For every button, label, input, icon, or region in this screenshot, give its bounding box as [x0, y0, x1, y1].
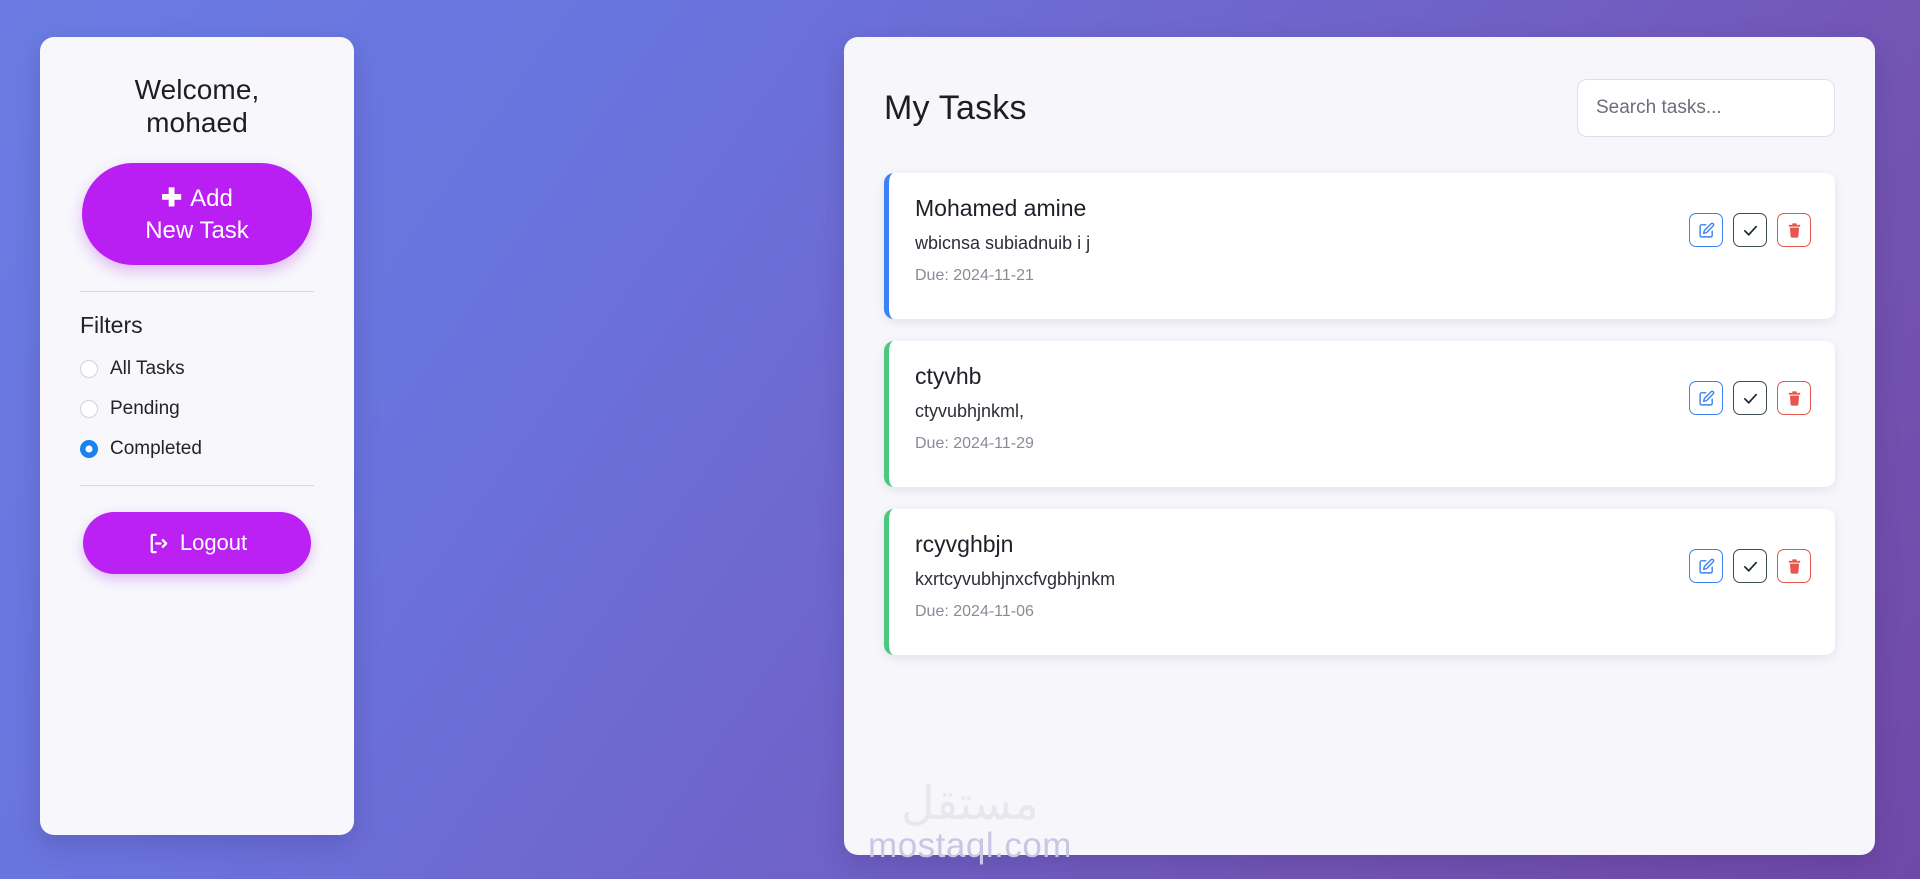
filter-label-all-tasks: All Tasks [110, 358, 185, 380]
task-due-date: Due: 2024-11-21 [915, 267, 1034, 284]
welcome-line-1: Welcome, [134, 74, 260, 105]
edit-pencil-square-icon [1698, 558, 1714, 574]
plus-icon: ✚ [161, 183, 183, 212]
welcome-line-2: mohaed [146, 107, 248, 139]
task-card[interactable]: Mohamed amine wbicnsa subiadnuib i j Due… [884, 173, 1835, 319]
complete-task-button[interactable] [1733, 381, 1767, 415]
filters-section: Filters All Tasks Pending Completed [80, 312, 314, 469]
filter-option-pending[interactable]: Pending [80, 389, 314, 429]
check-icon [1743, 393, 1757, 404]
trash-icon [1788, 558, 1800, 574]
task-description: ctyvubhjnkml, [915, 401, 1025, 421]
filters-title: Filters [80, 312, 143, 339]
sidebar: Welcome, mohaed ✚ Add New Task Filters Al… [40, 37, 354, 835]
sign-out-icon [147, 532, 170, 555]
edit-pencil-square-icon [1698, 390, 1714, 406]
task-due-date: Due: 2024-11-06 [915, 603, 1034, 620]
divider-top [80, 291, 314, 293]
task-text: rcyvghbjn kxrtcyvubhjnxcfvgbhjnkm Due: 2… [915, 531, 1115, 621]
complete-task-button[interactable] [1733, 213, 1767, 247]
edit-task-button[interactable] [1689, 213, 1723, 247]
task-title: Mohamed amine [915, 195, 1087, 221]
task-text: ctyvhb ctyvubhjnkml, Due: 2024-11-29 [915, 363, 1034, 453]
filter-label-pending: Pending [110, 398, 180, 420]
trash-icon [1788, 390, 1800, 406]
filter-option-all-tasks[interactable]: All Tasks [80, 349, 314, 389]
task-description: kxrtcyvubhjnxcfvgbhjnkm [915, 569, 1116, 589]
welcome-heading: Welcome, mohaed [135, 73, 260, 139]
search-input[interactable] [1577, 79, 1835, 137]
app-root: Welcome, mohaed ✚ Add New Task Filters Al… [0, 0, 1920, 879]
filter-label-completed: Completed [110, 438, 202, 460]
edit-pencil-square-icon [1698, 222, 1714, 238]
delete-task-button[interactable] [1777, 381, 1811, 415]
task-title: ctyvhb [915, 363, 982, 389]
radio-pending[interactable] [80, 400, 98, 419]
filter-option-completed[interactable]: Completed [80, 429, 314, 469]
main-header: My Tasks [884, 79, 1835, 137]
main-panel: My Tasks Mohamed amine wbicnsa subiadnui… [844, 37, 1875, 855]
add-task-label-line-1: Add [190, 184, 233, 212]
task-list: Mohamed amine wbicnsa subiadnuib i j Due… [884, 173, 1835, 655]
radio-all-tasks[interactable] [80, 360, 98, 379]
logout-button[interactable]: Logout [83, 512, 311, 575]
edit-task-button[interactable] [1689, 549, 1723, 583]
delete-task-button[interactable] [1777, 549, 1811, 583]
task-due-date: Due: 2024-11-29 [915, 435, 1034, 452]
task-text: Mohamed amine wbicnsa subiadnuib i j Due… [915, 195, 1090, 285]
task-actions [1689, 363, 1811, 415]
task-actions [1689, 195, 1811, 247]
edit-task-button[interactable] [1689, 381, 1723, 415]
task-description: wbicnsa subiadnuib i j [915, 233, 1091, 253]
task-card[interactable]: ctyvhb ctyvubhjnkml, Due: 2024-11-29 [884, 341, 1835, 487]
add-new-task-button[interactable]: ✚ Add New Task [82, 163, 312, 266]
task-card[interactable]: rcyvghbjn kxrtcyvubhjnxcfvgbhjnkm Due: 2… [884, 509, 1835, 655]
check-icon [1743, 561, 1757, 572]
trash-icon [1788, 222, 1800, 238]
logout-label: Logout [179, 530, 248, 556]
add-task-label-line-2: New Task [145, 216, 249, 244]
complete-task-button[interactable] [1733, 549, 1767, 583]
delete-task-button[interactable] [1777, 213, 1811, 247]
task-title: rcyvghbjn [915, 531, 1014, 557]
page-title: My Tasks [884, 88, 1027, 127]
task-actions [1689, 531, 1811, 583]
divider-bottom [80, 485, 314, 487]
check-icon [1743, 225, 1757, 236]
radio-completed[interactable] [80, 440, 98, 459]
